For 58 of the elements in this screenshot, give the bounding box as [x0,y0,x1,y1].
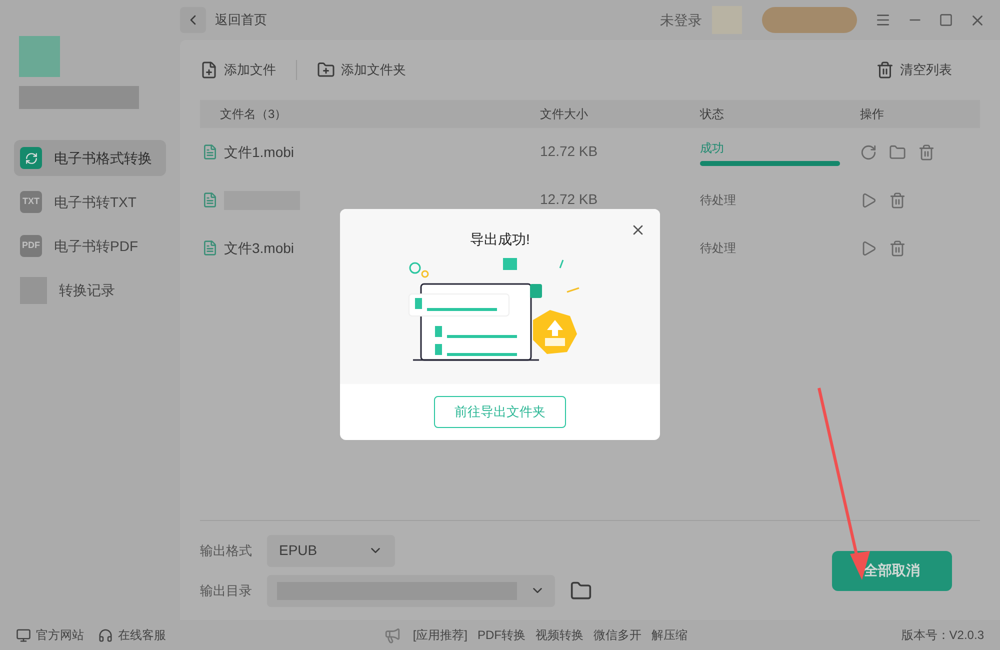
footer-link[interactable]: 在线客服 [98,626,166,644]
file-name: 文件3.mobi [224,238,294,258]
promo-link[interactable]: 解压缩 [651,626,688,644]
column-header: 状态 [700,106,725,123]
back-button[interactable] [180,7,206,33]
document-icon [202,192,218,208]
sidebar-item[interactable]: 电子书格式转换 [14,140,166,176]
clear-list-button[interactable]: 清空列表 [876,60,952,80]
refresh-book-icon [20,147,42,169]
back-label[interactable]: 返回首页 [215,10,267,30]
status-text: 待处理 [700,192,737,209]
file-type-icon: PDF [20,235,42,257]
column-header: 文件名（3） [220,106,288,123]
version-text: 版本号：V2.0.3 [901,627,984,644]
format-select[interactable]: EPUB [267,534,395,566]
add-file-button[interactable]: 添加文件 [200,60,276,80]
file-size: 12.72 KB [540,143,598,159]
promo-link[interactable]: [应用推荐] [412,626,468,644]
promo-link[interactable]: PDF转换 [477,626,526,644]
folder-plus-icon [317,61,335,79]
status-text: 成功 [700,140,725,156]
file-type-icon: TXT [20,191,42,213]
file-size: 12.72 KB [540,191,598,207]
document-icon [202,240,218,256]
file-plus-icon [200,61,218,79]
trash-icon [876,61,894,79]
folder-icon[interactable] [570,580,592,602]
sidebar-item[interactable]: 转换记录 [14,272,166,308]
promo-link[interactable]: 微信多开 [593,626,642,644]
folder-icon[interactable] [889,144,906,160]
trash-icon[interactable] [918,144,935,160]
maximize-icon[interactable] [939,13,953,27]
column-header: 文件大小 [540,106,589,123]
logo-icon [19,36,60,77]
promo-link[interactable]: 视频转换 [535,626,584,644]
open-export-folder-button[interactable]: 前往导出文件夹 [434,396,566,428]
play-icon[interactable] [860,192,877,208]
refresh-icon[interactable] [860,144,877,160]
sidebar-item[interactable]: TXT 电子书转TXT [14,184,166,220]
monitor-icon [16,628,31,642]
login-status[interactable]: 未登录 [660,10,702,30]
cancel-all-button[interactable]: 全部取消 [832,550,952,590]
field-label: 输出格式 [200,542,252,560]
file-name: 文件1.mobi [224,142,294,162]
sidebar-item[interactable]: PDF 电子书转PDF [14,228,166,264]
trash-icon[interactable] [889,192,906,208]
menu-icon[interactable] [875,12,891,28]
megaphone-icon [384,626,401,644]
add-folder-button[interactable]: 添加文件夹 [317,60,406,80]
document-icon [202,144,218,160]
footer-link[interactable]: 官方网站 [16,626,84,644]
column-header: 操作 [860,106,885,123]
trash-icon[interactable] [889,240,906,256]
status-text: 待处理 [700,240,737,257]
dialog-title: 导出成功! [470,230,530,249]
play-icon[interactable] [860,240,877,256]
field-label: 输出目录 [200,582,252,600]
headset-icon [98,628,113,642]
